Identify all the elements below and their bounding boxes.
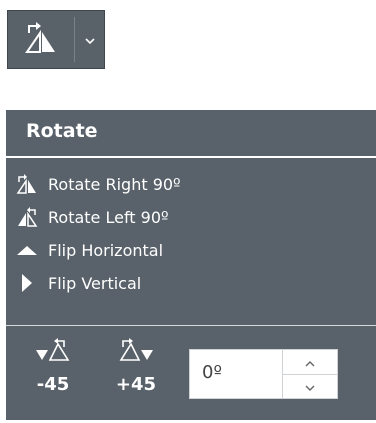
flip-vertical-icon xyxy=(16,272,38,294)
section-divider xyxy=(6,325,376,326)
rotate-plus-45-button[interactable]: +45 xyxy=(111,336,161,402)
menu-item-label: Flip Horizontal xyxy=(48,240,164,260)
rotate-minus-45-button[interactable]: -45 xyxy=(28,336,78,402)
rotate-dropdown-toggle[interactable] xyxy=(75,11,104,68)
menu-item-flip-horizontal[interactable]: Flip Horizontal xyxy=(6,235,376,265)
menu-item-label: Flip Vertical xyxy=(48,273,142,293)
spinner-arrows xyxy=(282,350,337,398)
menu-item-label: Rotate Left 90º xyxy=(48,207,169,227)
rotate-plus-label: +45 xyxy=(115,374,157,395)
chevron-down-icon xyxy=(84,30,95,49)
rotate-right-icon xyxy=(23,20,59,60)
angle-spinner[interactable]: 0º xyxy=(189,349,338,399)
rotate-right-button[interactable] xyxy=(8,11,74,68)
angle-increment-button[interactable] xyxy=(283,350,337,375)
chevron-up-icon xyxy=(304,353,316,372)
angle-input[interactable]: 0º xyxy=(202,362,222,383)
rotate-minus-label: -45 xyxy=(36,374,70,395)
panel-title: Rotate xyxy=(26,120,98,142)
rotate-left-icon xyxy=(16,206,38,228)
rotate-split-button[interactable] xyxy=(7,10,105,69)
chevron-down-icon xyxy=(304,377,316,396)
angle-decrement-button[interactable] xyxy=(283,374,337,398)
rotate-right-icon xyxy=(16,173,38,195)
menu-item-flip-vertical[interactable]: Flip Vertical xyxy=(6,268,376,298)
rotate-left-45-icon xyxy=(34,338,72,374)
menu-item-label: Rotate Right 90º xyxy=(48,174,181,194)
menu-item-rotate-left-90[interactable]: Rotate Left 90º xyxy=(6,202,376,232)
title-divider xyxy=(6,156,376,158)
flip-horizontal-icon xyxy=(16,239,38,261)
rotate-panel: Rotate Rotate Right 90º Rotate Left 90º xyxy=(6,110,376,420)
rotate-right-45-icon xyxy=(117,338,155,374)
menu-item-rotate-right-90[interactable]: Rotate Right 90º xyxy=(6,169,376,199)
